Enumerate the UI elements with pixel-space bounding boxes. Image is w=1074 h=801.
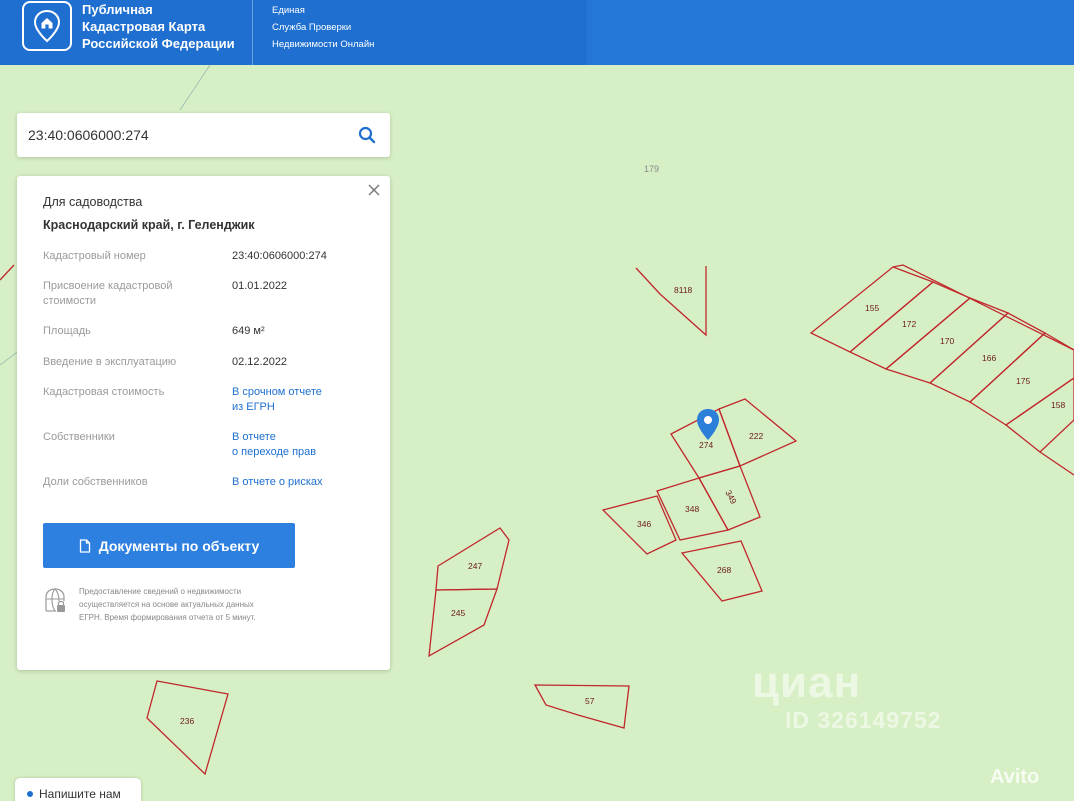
commissioning-value: 02.12.2022: [232, 356, 288, 368]
avito-watermark: Avito: [990, 766, 1040, 788]
search-button[interactable]: [344, 113, 390, 157]
parcel-label-8118[interactable]: 8118: [674, 285, 692, 295]
parcel-info-card: Для садоводства Краснодарский край, г. Г…: [17, 176, 390, 670]
parcel-8118-outline[interactable]: [635, 266, 707, 337]
cian-watermark: циан: [752, 658, 862, 707]
parcel-label-348[interactable]: 348: [685, 504, 699, 514]
search-icon: [358, 126, 376, 144]
valuation-date-label-line: стоимости: [43, 295, 97, 307]
cadastral-search: [17, 113, 390, 157]
service-name-line: Недвижимости Онлайн: [272, 39, 375, 50]
owners-label: Собственники: [43, 431, 115, 443]
parcel-label-346[interactable]: 346: [637, 519, 651, 529]
parcel-label-245[interactable]: 245: [451, 608, 465, 618]
cadastral-number-label: Кадастровый номер: [43, 250, 146, 262]
owners-link-line[interactable]: В отчете: [232, 430, 372, 445]
write-us-label: Напишите нам: [39, 787, 121, 801]
parcel-236-outline[interactable]: [146, 680, 229, 776]
shares-link[interactable]: В отчете о рисках: [232, 475, 372, 490]
portal-title-line: Российской Федерации: [82, 36, 235, 51]
documents-button[interactable]: Документы по объекту: [43, 523, 295, 568]
report-info-note: Предоставление сведений о недвижимости о…: [79, 585, 304, 624]
parcel-label-222[interactable]: 222: [749, 431, 763, 441]
header-spacer: [587, 0, 1074, 65]
parcel-label-172[interactable]: 172: [902, 319, 916, 329]
service-name: Единая Служба Проверки Недвижимости Онла…: [253, 0, 587, 65]
house-pin-logo-icon: [22, 1, 72, 51]
report-info-note-line: осуществляется на основе актуальных данн…: [79, 600, 254, 609]
document-icon: [79, 538, 91, 553]
parcel-label-158[interactable]: 158: [1051, 400, 1065, 410]
service-name-line: Служба Проверки: [272, 22, 352, 33]
cadastral-value-link-line[interactable]: В срочном отчете: [232, 385, 372, 400]
parcel-158-outline[interactable]: [1004, 377, 1074, 453]
valuation-date-value: 01.01.2022: [232, 280, 288, 292]
owners-link-line[interactable]: о переходе прав: [232, 445, 372, 460]
cian-id-watermark: ID 326149752: [785, 707, 942, 733]
close-card-button[interactable]: [366, 182, 382, 198]
area-label: Площадь: [43, 325, 91, 337]
shares-label: Доли собственников: [43, 476, 148, 488]
location-pin-icon[interactable]: [697, 409, 719, 440]
valuation-date-label: Присвоение кадастровой стоимости: [43, 279, 203, 309]
owners-link[interactable]: В отчете о переходе прав: [232, 430, 372, 460]
cadastral-value-label: Кадастровая стоимость: [43, 386, 165, 398]
cadastral-value-link[interactable]: В срочном отчете из ЕГРН: [232, 385, 372, 415]
area-label-179: 179: [644, 164, 660, 174]
parcel-247-outline[interactable]: [435, 527, 510, 591]
service-name-line: Единая: [272, 5, 305, 16]
portal-title-line: Публичная: [82, 2, 153, 17]
parcel-label-155[interactable]: 155: [865, 303, 879, 313]
commissioning-label: Введение в эксплуатацию: [43, 356, 177, 368]
parcel-57-outline[interactable]: [533, 684, 630, 729]
portal-branding[interactable]: Публичная Кадастровая Карта Российской Ф…: [0, 0, 253, 65]
valuation-date-label-line: Присвоение кадастровой: [43, 280, 173, 292]
parcel-address: Краснодарский край, г. Геленджик: [43, 218, 255, 232]
search-input[interactable]: [17, 115, 344, 155]
area-value: 649 м²: [232, 325, 265, 337]
land-use-type: Для садоводства: [43, 195, 143, 209]
parcel-label-268[interactable]: 268: [717, 565, 731, 575]
portal-title-line: Кадастровая Карта: [82, 19, 206, 34]
documents-button-label: Документы по объекту: [98, 537, 260, 554]
report-info-note-line: Предоставление сведений о недвижимости: [79, 587, 242, 596]
parcel-label-57[interactable]: 57: [585, 696, 594, 706]
cadastral-value-link-line[interactable]: из ЕГРН: [232, 400, 372, 415]
online-dot-icon: [27, 791, 33, 797]
header-bar: Публичная Кадастровая Карта Российской Ф…: [0, 0, 1074, 65]
parcel-label-175[interactable]: 175: [1016, 376, 1030, 386]
registry-globe-icon: [43, 587, 67, 620]
report-info-note-line: ЕГРН. Время формирования отчета от 5 мин…: [79, 613, 256, 622]
close-icon: [368, 184, 380, 196]
parcel-label-274[interactable]: 274: [699, 440, 713, 450]
parcel-label-166[interactable]: 166: [982, 353, 996, 363]
parcel-label-247[interactable]: 247: [468, 561, 482, 571]
write-us-button[interactable]: Напишите нам: [15, 778, 141, 801]
parcel-label-236[interactable]: 236: [180, 716, 194, 726]
parcel-label-170[interactable]: 170: [940, 336, 954, 346]
portal-title: Публичная Кадастровая Карта Российской Ф…: [82, 1, 235, 52]
parcel-245-outline[interactable]: [428, 588, 498, 658]
cadastral-number-value: 23:40:0606000:274: [232, 250, 327, 262]
